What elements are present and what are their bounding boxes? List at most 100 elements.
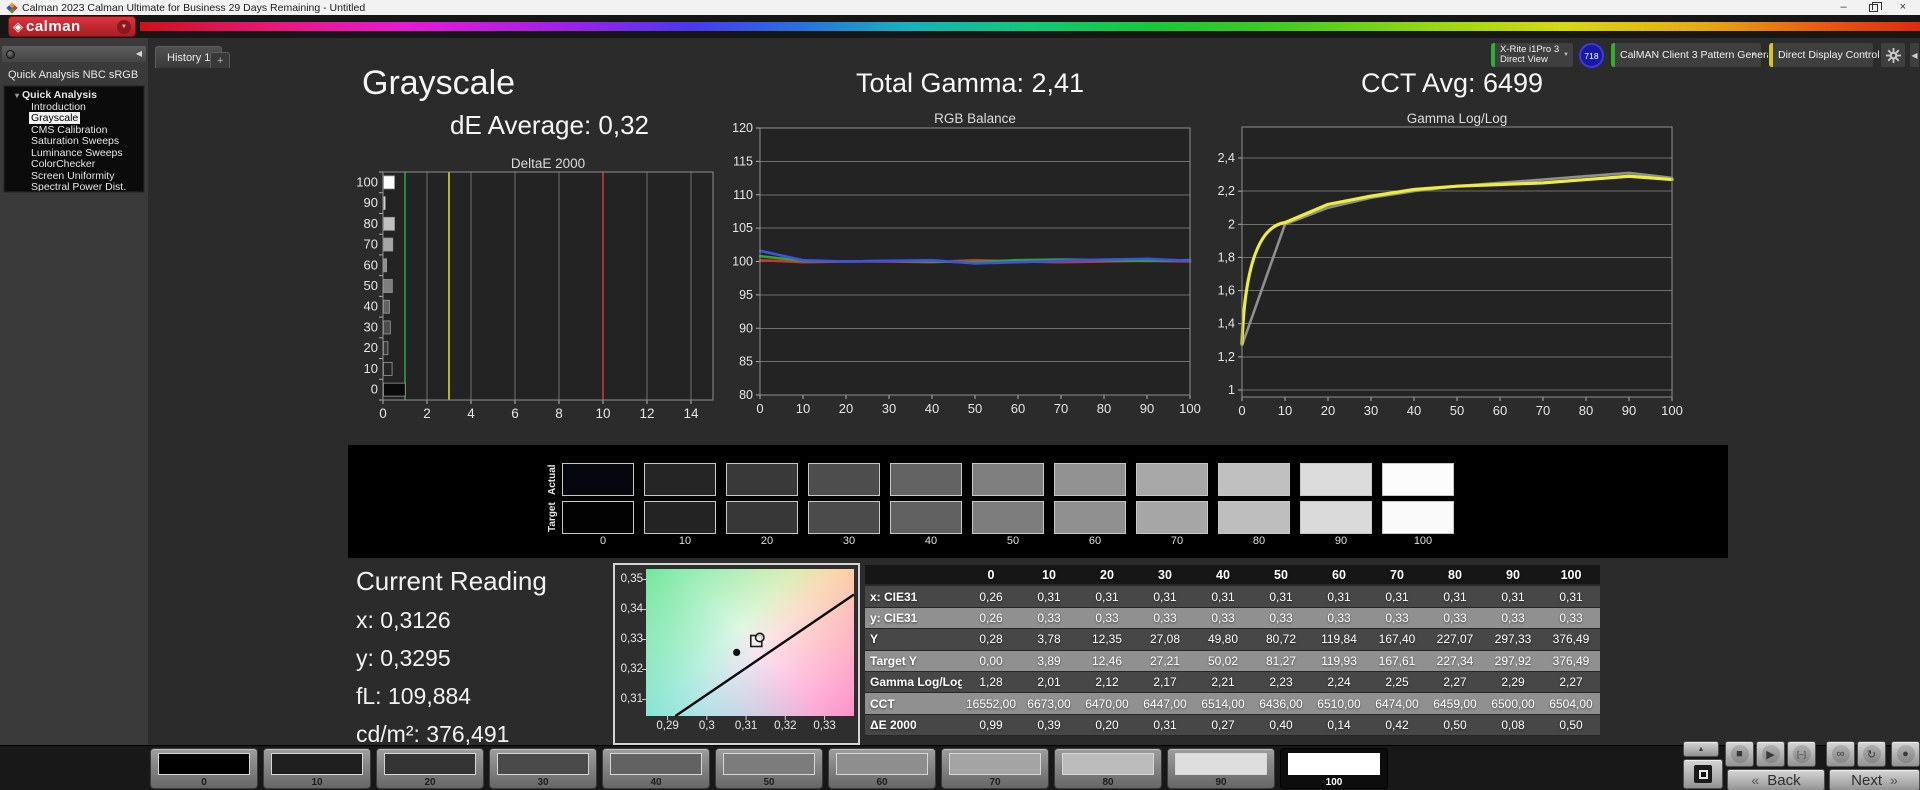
svg-text:10: 10 [1278,403,1292,418]
loop-button[interactable]: ↻ [1857,741,1886,767]
table-cell-cct-50: 6436,00 [1252,693,1310,714]
pattern-tile-100[interactable]: 100 [1280,748,1388,789]
cie-x-tick: 0,3 [689,720,725,732]
target-swatch-0 [562,501,634,534]
minimize-button[interactable]: – [1840,2,1846,13]
collapse-toolbar-button[interactable]: ◀ [1909,42,1920,68]
reading-x: x: 0,3126 [356,607,547,634]
table-column-header-60: 60 [1310,565,1368,585]
pattern-tile-10[interactable]: 10 [263,748,371,789]
pattern-tile-60[interactable]: 60 [828,748,936,789]
pattern-tile-0[interactable]: 0 [150,748,258,789]
swatch-level-40: 40 [890,535,972,547]
play-icon: ▶ [1762,745,1780,763]
table-row-label-x-cie31: x: CIE31 [865,586,962,607]
sidebar-item-saturation-sweeps[interactable]: Saturation Sweeps [5,136,143,148]
pattern-swatch-30 [497,753,589,775]
table-cell-target-y-80: 227,34 [1426,651,1484,672]
back-button[interactable]: « Back [1727,769,1825,790]
current-reading-block: Current Reading x: 0,3126y: 0,3295fL: 10… [356,566,547,759]
pattern-tile-label: 90 [1168,777,1274,788]
table-cell-y-30: 27,08 [1136,629,1194,650]
continuous-icon: ∞ [1832,745,1850,763]
pattern-tile-80[interactable]: 80 [1054,748,1162,789]
table-cell-y-cie31-50: 0,33 [1252,608,1310,629]
svg-text:14: 14 [683,406,699,421]
table-cell-target-y-40: 50,02 [1194,651,1252,672]
table-cell-e-2000-30: 0,31 [1136,715,1194,736]
svg-text:2: 2 [423,406,431,421]
step-button[interactable]: [–] [1787,741,1816,767]
pattern-tile-label: 100 [1281,777,1387,788]
collapse-sidebar-icon[interactable]: ◀ [136,50,142,58]
pattern-generator-button[interactable]: CalMAN Client 3 Pattern Generator ▼ [1610,42,1762,68]
up-arrow-icon: ▲ [1698,746,1705,753]
pattern-tile-50[interactable]: 50 [715,748,823,789]
svg-text:1,6: 1,6 [1218,284,1235,298]
svg-text:40: 40 [925,401,939,416]
meter-button[interactable]: X-Rite i1Pro 3 Direct View ▼ [1490,42,1574,68]
svg-text:30: 30 [1364,403,1378,418]
record-icon[interactable] [6,50,15,59]
play-button[interactable]: ▶ [1756,741,1785,767]
bottom-bar: 0102030405060708090100 ▲ ■▶[–]∞↻● « Back… [0,745,1920,790]
svg-text:90: 90 [1622,403,1636,418]
svg-text:60: 60 [1011,401,1025,416]
maximize-button[interactable] [1869,4,1878,12]
next-button[interactable]: Next » [1829,769,1920,790]
expand-panel-button[interactable]: ▲ [1683,741,1719,757]
actual-swatch-30 [808,463,880,496]
svg-text:50: 50 [1450,403,1464,418]
back-button-label: Back [1767,772,1800,789]
pattern-tile-40[interactable]: 40 [602,748,710,789]
deltae-bar-40 [384,300,390,313]
svg-text:10: 10 [364,361,378,376]
display-control-name: Direct Display Control [1769,49,1896,61]
svg-text:50: 50 [968,401,982,416]
tree-group-quick-analysis[interactable]: ▾Quick Analysis [5,90,143,102]
svg-text:2,2: 2,2 [1218,184,1235,198]
pattern-tile-90[interactable]: 90 [1167,748,1275,789]
svg-text:100: 100 [1661,403,1683,418]
svg-text:85: 85 [739,355,753,369]
display-control-button[interactable]: Direct Display Control ▼ [1768,42,1874,68]
stop-button[interactable]: ■ [1725,741,1754,767]
pattern-tile-70[interactable]: 70 [941,748,1049,789]
table-cell-x-cie31-20: 0,31 [1078,586,1136,607]
sidebar-item-colorchecker[interactable]: ColorChecker [5,159,143,171]
continuous-button[interactable]: ∞ [1826,741,1855,767]
swatch-level-30: 30 [808,535,890,547]
swatch-level-80: 80 [1218,535,1300,547]
sidebar-item-spectral-power-dist[interactable]: Spectral Power Dist. [5,182,143,192]
svg-text:20: 20 [839,401,853,416]
sidebar-item-grayscale[interactable]: Grayscale [5,113,143,125]
svg-text:20: 20 [1321,403,1335,418]
svg-text:0: 0 [756,401,763,416]
pattern-tile-20[interactable]: 20 [376,748,484,789]
pattern-tile-30[interactable]: 30 [489,748,597,789]
tree-expanded-icon[interactable]: ▾ [15,91,19,100]
svg-text:95: 95 [739,288,753,302]
add-tab-button[interactable]: + [210,52,230,68]
svg-text:1,8: 1,8 [1218,250,1235,264]
cie-x-tick: 0,29 [650,720,686,732]
svg-text:120: 120 [732,121,753,135]
deltae-bar-70 [384,238,393,251]
svg-text:1,2: 1,2 [1218,350,1235,364]
read-button[interactable]: ● [1891,741,1920,767]
swatch-row-label: Target [544,501,562,534]
meter-badge[interactable]: 718 [1579,43,1604,68]
table-cell-gamma-log-log-80: 2,27 [1426,672,1484,693]
pattern-window-button[interactable] [1683,759,1723,789]
gamma-chart-title: Gamma Log/Log [1407,111,1508,126]
table-cell-gamma-log-log-0: 1,28 [962,672,1020,693]
reading-fl: fL: 109,884 [356,683,547,710]
calman-menu-button[interactable]: ◈ calman ▼ [8,16,136,37]
table-cell-y-cie31-80: 0,33 [1426,608,1484,629]
swatch-row-actual: Actual [544,463,1464,496]
settings-button[interactable] [1880,42,1906,68]
cie-chromaticity-widget: 0,310,320,330,340,350,290,30,310,320,33 [613,563,860,745]
close-button[interactable]: × [1900,2,1906,13]
cie-y-tick: 0,33 [616,633,643,645]
actual-swatch-100 [1382,463,1454,496]
